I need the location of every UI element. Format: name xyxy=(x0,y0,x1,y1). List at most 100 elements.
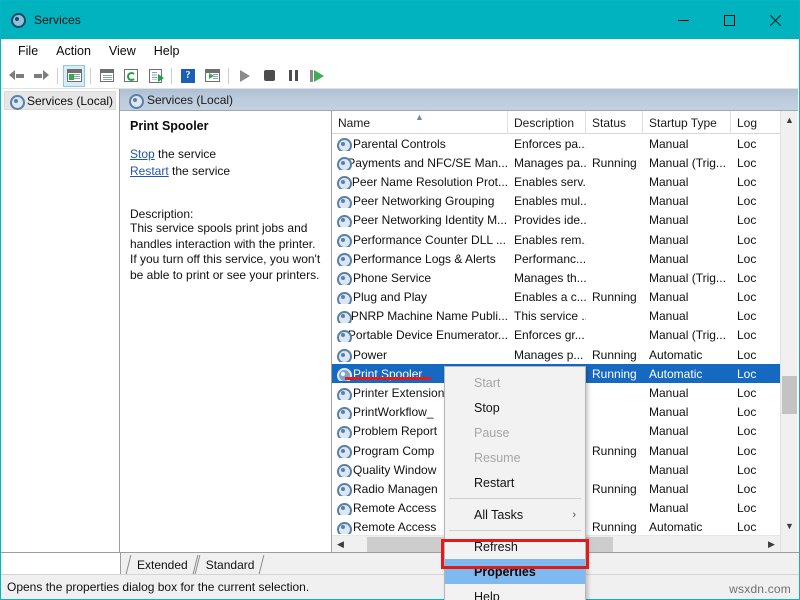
tab-standard[interactable]: Standard xyxy=(198,555,265,574)
column-header-status[interactable]: Status xyxy=(586,111,643,134)
export-list-button[interactable] xyxy=(144,65,166,87)
service-gear-icon xyxy=(336,444,349,457)
cell-startup-type: Manual xyxy=(643,309,731,323)
context-menu-item-refresh[interactable]: Refresh xyxy=(445,534,585,559)
context-menu-item-stop[interactable]: Stop xyxy=(445,395,585,420)
cell-log-on-as: Loc xyxy=(731,175,777,189)
cell-startup-type: Manual (Trig... xyxy=(643,156,731,170)
context-menu-item-label: Stop xyxy=(474,401,500,415)
cell-name: Peer Name Resolution Prot... xyxy=(332,175,508,189)
service-name-label: Program Comp xyxy=(353,444,434,458)
column-header-startup-type[interactable]: Startup Type xyxy=(643,111,731,134)
table-row[interactable]: Parental ControlsEnforces pa...ManualLoc xyxy=(332,134,797,153)
back-button[interactable] xyxy=(6,65,28,87)
cell-log-on-as: Loc xyxy=(731,501,777,515)
stop-service-link[interactable]: Stop xyxy=(130,147,155,161)
properties-button[interactable] xyxy=(96,65,118,87)
forward-button[interactable] xyxy=(30,65,52,87)
refresh-button[interactable] xyxy=(120,65,142,87)
restart-service-icon xyxy=(310,70,324,82)
vertical-scroll-thumb[interactable] xyxy=(782,376,797,414)
cell-startup-type: Manual xyxy=(643,233,731,247)
service-name-label: Performance Counter DLL ... xyxy=(353,233,506,247)
pause-service-button[interactable] xyxy=(282,65,304,87)
table-row[interactable]: Plug and PlayEnables a c...RunningManual… xyxy=(332,288,797,307)
service-name-label: Peer Name Resolution Prot... xyxy=(352,175,508,189)
stop-suffix: the service xyxy=(155,147,216,161)
menu-action[interactable]: Action xyxy=(47,41,100,61)
show-hide-console-tree-button[interactable] xyxy=(63,65,85,87)
restart-service-link[interactable]: Restart xyxy=(130,164,169,178)
table-row[interactable]: Performance Counter DLL ...Enables rem..… xyxy=(332,230,797,249)
service-name-label: Remote Access xyxy=(353,501,436,515)
new-window-button[interactable] xyxy=(201,65,223,87)
service-name-label: Parental Controls xyxy=(353,137,446,151)
table-row[interactable]: Peer Name Resolution Prot...Enables serv… xyxy=(332,172,797,191)
service-gear-icon xyxy=(336,214,349,227)
tree-node-services-local[interactable]: Services (Local) xyxy=(4,91,116,110)
scroll-left-button[interactable]: ◀ xyxy=(332,536,349,553)
cell-log-on-as: Loc xyxy=(731,424,777,438)
column-header-description[interactable]: Description xyxy=(508,111,586,134)
context-menu-separator xyxy=(449,498,581,499)
start-service-button[interactable] xyxy=(234,65,256,87)
service-gear-icon xyxy=(336,310,347,323)
cell-startup-type: Manual xyxy=(643,405,731,419)
cell-startup-type: Manual xyxy=(643,137,731,151)
close-button[interactable] xyxy=(752,1,799,39)
tab-extended[interactable]: Extended xyxy=(129,555,198,574)
cell-startup-type: Manual xyxy=(643,194,731,208)
stop-service-button[interactable] xyxy=(258,65,280,87)
help-button[interactable]: ? xyxy=(177,65,199,87)
context-menu-item-label: All Tasks xyxy=(474,508,523,522)
service-name-label: Radio Managen xyxy=(353,482,438,496)
scroll-down-button[interactable]: ▼ xyxy=(781,517,798,534)
context-menu: StartStopPauseResumeRestartAll Tasks›Ref… xyxy=(444,366,586,600)
maximize-button[interactable] xyxy=(706,1,752,39)
context-menu-item-all-tasks[interactable]: All Tasks › xyxy=(445,502,585,527)
service-gear-icon xyxy=(336,425,349,438)
services-gear-icon xyxy=(128,93,141,106)
restart-suffix: the service xyxy=(169,164,230,178)
minimize-button[interactable] xyxy=(660,1,706,39)
table-row[interactable]: PNRP Machine Name Publi...This service .… xyxy=(332,307,797,326)
menu-help[interactable]: Help xyxy=(145,41,189,61)
table-row[interactable]: Portable Device Enumerator...Enforces gr… xyxy=(332,326,797,345)
cell-log-on-as: Loc xyxy=(731,520,777,534)
restart-service-button[interactable] xyxy=(306,65,328,87)
cell-startup-type: Manual xyxy=(643,501,731,515)
menu-view[interactable]: View xyxy=(100,41,145,61)
table-row[interactable]: Peer Networking Identity M...Provides id… xyxy=(332,211,797,230)
column-header-name[interactable]: Name ▲ xyxy=(332,111,508,134)
annotation-underline-print-spooler xyxy=(345,377,431,380)
scroll-up-button[interactable]: ▲ xyxy=(781,111,798,128)
context-menu-item-properties[interactable]: Properties xyxy=(445,559,585,584)
service-gear-icon xyxy=(336,195,349,208)
cell-name: Peer Networking Grouping xyxy=(332,194,508,208)
service-gear-icon xyxy=(336,348,349,361)
chevron-right-icon: › xyxy=(572,509,576,521)
pause-service-icon xyxy=(288,70,299,81)
table-row[interactable]: Performance Logs & AlertsPerformanc...Ma… xyxy=(332,249,797,268)
caret-up-icon: ▲ xyxy=(415,112,424,122)
service-gear-icon xyxy=(336,175,348,188)
cell-startup-type: Manual xyxy=(643,386,731,400)
cell-startup-type: Manual xyxy=(643,175,731,189)
context-menu-item-restart[interactable]: Restart xyxy=(445,470,585,495)
table-row[interactable]: PowerManages p...RunningAutomaticLoc xyxy=(332,345,797,364)
cell-status: Running xyxy=(586,290,643,304)
table-row[interactable]: Peer Networking GroupingEnables mul...Ma… xyxy=(332,192,797,211)
context-menu-item-help[interactable]: Help xyxy=(445,584,585,600)
cell-status: Running xyxy=(586,444,643,458)
window-title: Services xyxy=(34,13,81,27)
table-row[interactable]: Payments and NFC/SE Man...Manages pa...R… xyxy=(332,153,797,172)
table-row[interactable]: Phone ServiceManages th...Manual (Trig..… xyxy=(332,268,797,287)
service-name-label: Performance Logs & Alerts xyxy=(353,252,496,266)
watermark: wsxdn.com xyxy=(729,582,791,596)
title-bar: Services xyxy=(1,1,799,39)
column-header-log-on-as[interactable]: Log xyxy=(731,111,777,134)
menu-file[interactable]: File xyxy=(9,41,47,61)
scroll-right-button[interactable]: ▶ xyxy=(763,536,780,553)
vertical-scrollbar[interactable]: ▲ ▼ xyxy=(780,111,797,552)
service-name-label: Plug and Play xyxy=(353,290,427,304)
